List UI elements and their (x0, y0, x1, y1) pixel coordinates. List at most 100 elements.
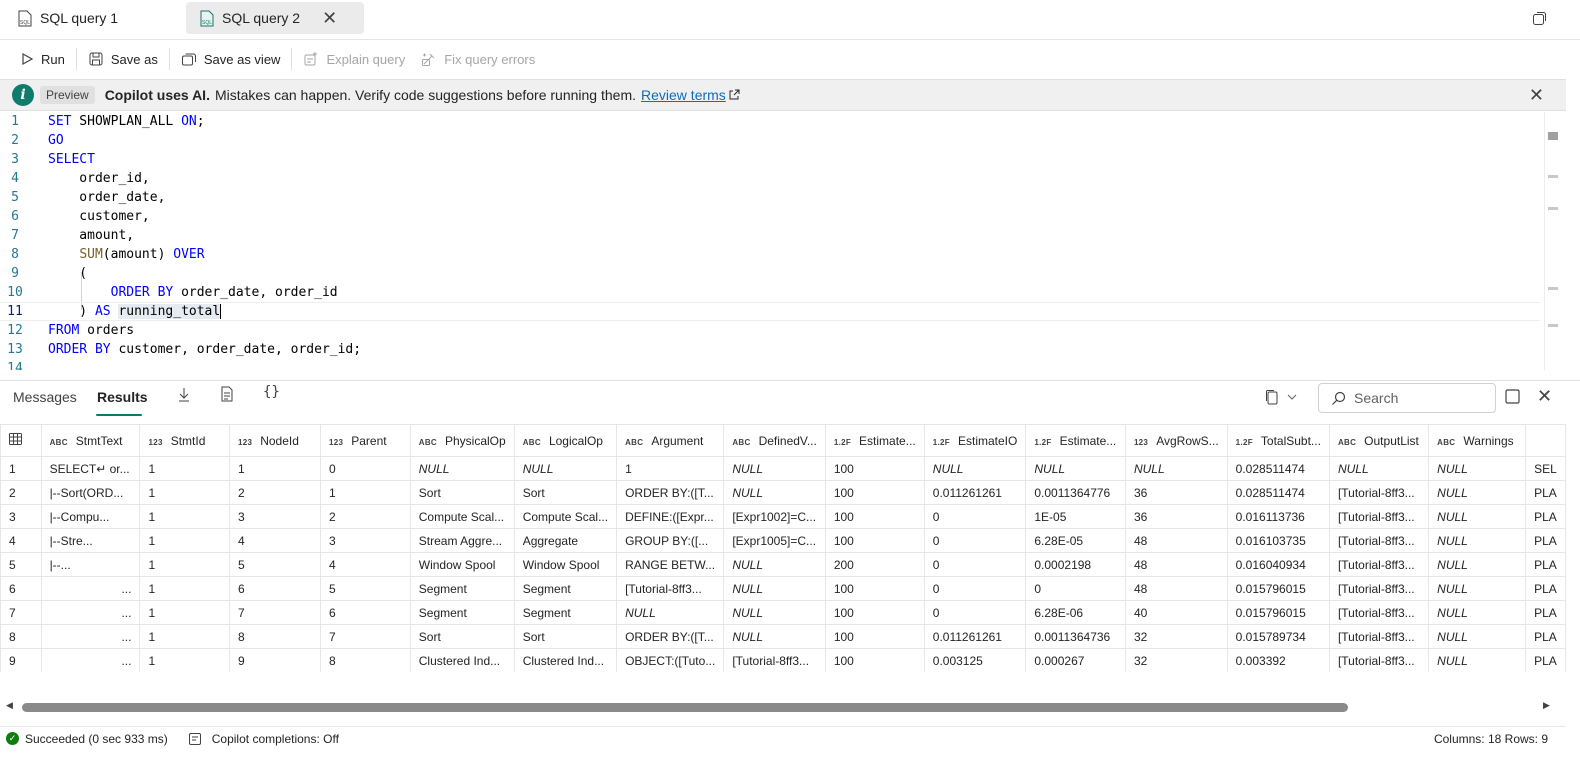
table-cell[interactable]: Compute Scal... (409, 504, 515, 529)
row-number[interactable]: 3 (0, 504, 42, 529)
table-cell[interactable]: PLA (1525, 576, 1566, 601)
table-cell[interactable]: 2 (320, 504, 411, 529)
table-cell[interactable]: Stream Aggre... (409, 528, 515, 553)
table-cell[interactable]: 0.015796015 (1226, 576, 1330, 601)
chevron-down-icon[interactable] (1287, 393, 1297, 401)
column-header[interactable]: ABC Argument (616, 424, 725, 457)
table-cell[interactable]: 0.016103735 (1226, 528, 1330, 553)
table-cell[interactable]: 100 (824, 624, 925, 649)
table-cell[interactable]: PLA (1525, 648, 1566, 672)
table-cell[interactable]: SEL (1525, 456, 1566, 481)
table-cell[interactable]: 1 (320, 480, 411, 505)
table-cell[interactable]: 40 (1124, 600, 1228, 625)
table-cell[interactable]: 48 (1124, 552, 1228, 577)
table-row[interactable]: 7... 1 7 6 Segment Segment NULL NULL 100 0 6.28E-0… (0, 600, 1566, 625)
scroll-right-icon[interactable]: ▶ (1543, 700, 1550, 711)
table-cell[interactable]: [Tutorial-8ff3... (723, 648, 826, 672)
editor-scrollbar[interactable] (1544, 112, 1566, 370)
table-cell[interactable]: Segment (513, 600, 618, 625)
table-cell[interactable]: ... (40, 648, 141, 672)
tab-sql-query-2[interactable]: SQL SQL query 2 ✕ (186, 2, 364, 34)
table-cell[interactable]: 1 (139, 456, 230, 481)
table-cell[interactable]: 100 (824, 456, 925, 481)
table-cell[interactable]: NULL (723, 576, 826, 601)
table-cell[interactable]: 32 (1124, 648, 1228, 672)
table-cell[interactable]: Sort (513, 624, 618, 649)
table-cell[interactable]: 6 (228, 576, 322, 601)
table-cell[interactable]: 4 (228, 528, 322, 553)
table-cell[interactable]: 6.28E-06 (1025, 600, 1126, 625)
table-cell[interactable]: NULL (1428, 552, 1527, 577)
table-cell[interactable]: 100 (824, 576, 925, 601)
table-cell[interactable]: 1 (139, 528, 230, 553)
table-cell[interactable]: 3 (228, 504, 322, 529)
table-cell[interactable]: 3 (320, 528, 411, 553)
column-header[interactable]: 123 AvgRowS... (1124, 424, 1228, 457)
column-header[interactable]: ABC DefinedV... (723, 424, 826, 457)
row-number[interactable]: 2 (0, 480, 42, 505)
table-cell[interactable]: 7 (228, 600, 322, 625)
table-cell[interactable]: NULL (723, 624, 826, 649)
table-cell[interactable]: 48 (1124, 576, 1228, 601)
tab-results[interactable]: Results (97, 389, 148, 405)
table-cell[interactable]: SELECT↵ or... (40, 456, 141, 481)
table-cell[interactable]: Sort (513, 480, 618, 505)
horizontal-scrollbar[interactable]: ◀ ▶ (0, 700, 1566, 716)
table-cell[interactable]: [Expr1002]=C... (723, 504, 826, 529)
table-cell[interactable]: 100 (824, 480, 925, 505)
table-row[interactable]: 3 |--Compu... 1 3 2 Compute Scal... Compute S… (0, 504, 1566, 529)
table-cell[interactable]: 0.016040934 (1226, 552, 1330, 577)
row-number[interactable]: 7 (0, 600, 42, 625)
table-cell[interactable]: [Tutorial-8ff3... (1328, 576, 1430, 601)
table-cell[interactable]: 1 (139, 600, 230, 625)
table-cell[interactable]: 0.016113736 (1226, 504, 1330, 529)
column-header[interactable] (1525, 424, 1566, 457)
scroll-thumb[interactable] (22, 703, 1348, 712)
table-cell[interactable]: |--... (40, 552, 141, 577)
table-cell[interactable]: ... (40, 600, 141, 625)
scroll-thumb[interactable] (1548, 132, 1558, 140)
table-cell[interactable]: 0.0011364776 (1025, 480, 1126, 505)
table-cell[interactable]: 0 (923, 576, 1027, 601)
table-cell[interactable]: 100 (824, 648, 925, 672)
column-header[interactable]: ABC PhysicalOp (409, 424, 515, 457)
table-cell[interactable]: 100 (824, 504, 925, 529)
table-cell[interactable]: NULL (1428, 456, 1527, 481)
table-cell[interactable]: 36 (1124, 480, 1228, 505)
fix-query-errors-button[interactable]: Fix query errors (413, 44, 543, 74)
close-icon[interactable]: ✕ (1529, 86, 1544, 104)
table-cell[interactable]: Sort (409, 624, 515, 649)
table-cell[interactable]: 48 (1124, 528, 1228, 553)
table-cell[interactable]: NULL (923, 456, 1027, 481)
run-button[interactable]: Run (12, 44, 73, 74)
table-cell[interactable]: Window Spool (409, 552, 515, 577)
table-cell[interactable]: PLA (1525, 624, 1566, 649)
table-cell[interactable]: NULL (1428, 504, 1527, 529)
table-cell[interactable]: 0 (1025, 576, 1126, 601)
table-cell[interactable]: Segment (409, 600, 515, 625)
document-icon[interactable] (220, 386, 234, 402)
table-cell[interactable]: [Tutorial-8ff3... (616, 576, 725, 601)
table-cell[interactable]: |--Compu... (40, 504, 141, 529)
table-cell[interactable]: 32 (1124, 624, 1228, 649)
table-cell[interactable]: NULL (1428, 528, 1527, 553)
table-cell[interactable]: ORDER BY:([T... (616, 624, 725, 649)
table-cell[interactable]: PLA (1525, 480, 1566, 505)
save-as-button[interactable]: Save as (80, 44, 166, 74)
table-cell[interactable]: 36 (1124, 504, 1228, 529)
table-cell[interactable]: RANGE BETW... (616, 552, 725, 577)
tab-sql-query-1[interactable]: SQL SQL query 1 (4, 2, 132, 34)
table-cell[interactable]: 7 (320, 624, 411, 649)
table-cell[interactable]: 0 (923, 552, 1027, 577)
table-cell[interactable]: NULL (723, 600, 826, 625)
table-cell[interactable]: 1E-05 (1025, 504, 1126, 529)
table-cell[interactable]: 0.000267 (1025, 648, 1126, 672)
table-cell[interactable]: 6.28E-05 (1025, 528, 1126, 553)
tab-messages[interactable]: Messages (13, 389, 77, 405)
table-cell[interactable]: 0.003392 (1226, 648, 1330, 672)
table-cell[interactable]: Segment (409, 576, 515, 601)
table-cell[interactable]: 0 (320, 456, 411, 481)
table-cell[interactable]: 6 (320, 600, 411, 625)
table-cell[interactable]: 5 (320, 576, 411, 601)
close-icon[interactable]: ✕ (1537, 386, 1552, 407)
